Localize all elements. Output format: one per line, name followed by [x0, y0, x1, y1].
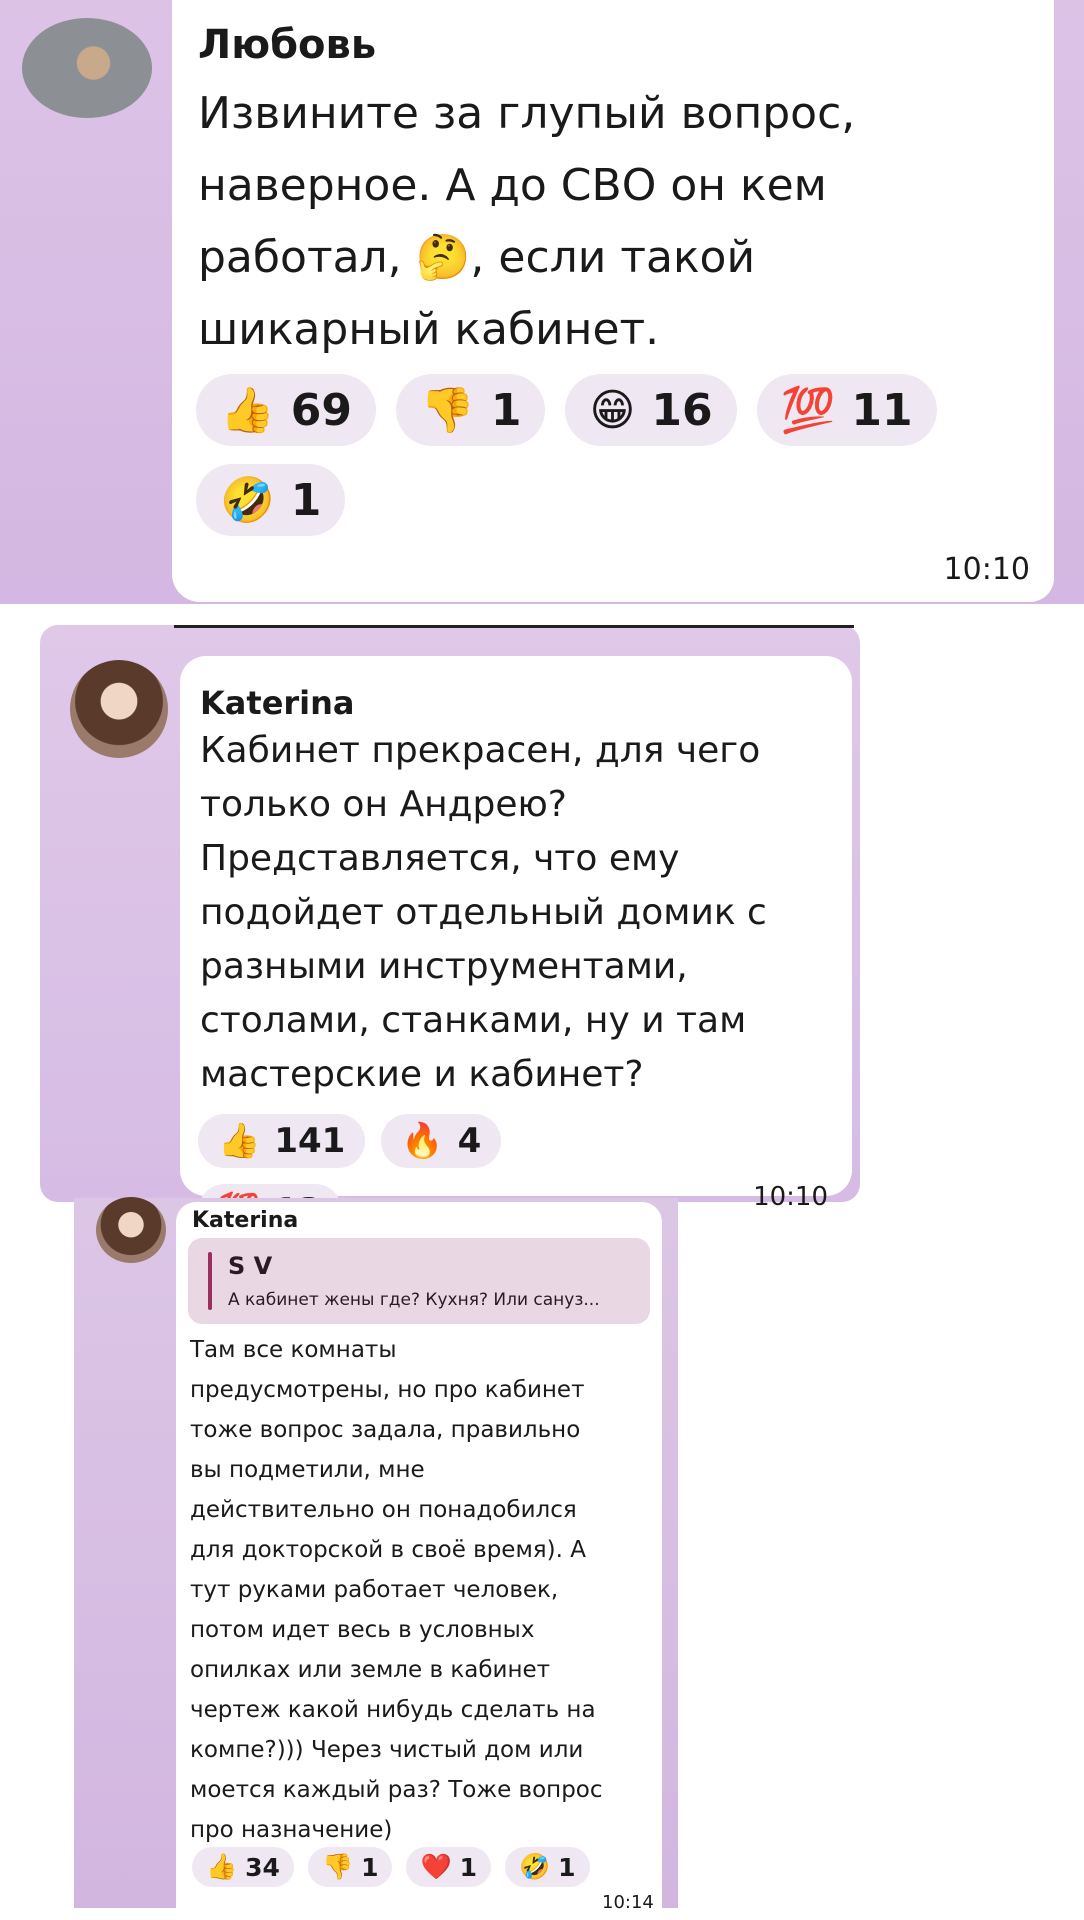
thumbs-up-icon: 👍 — [206, 1852, 238, 1881]
message-author: Katerina — [200, 684, 355, 722]
reaction-count: 4 — [457, 1121, 482, 1161]
reaction-count: 1 — [459, 1852, 478, 1882]
divider — [174, 625, 854, 628]
message-author: Katerina — [192, 1208, 299, 1233]
message-text: Извините за глупый вопрос, наверное. А д… — [198, 88, 856, 355]
reaction-count: 141 — [274, 1121, 346, 1161]
thumbs-down-icon: 👎 — [420, 385, 475, 436]
hundred-points-icon: 💯 — [780, 385, 836, 436]
reply-bar — [208, 1252, 212, 1310]
message-time: 10:14 — [602, 1892, 654, 1913]
reaction-count: 1 — [290, 474, 322, 526]
reaction-chip[interactable]: 👎 1 — [307, 1847, 393, 1887]
message-time: 10:10 — [753, 1182, 828, 1212]
reactions-bar: 👍 69 👎 1 😁 16 💯 11 🤣 1 — [196, 374, 996, 536]
avatar[interactable] — [70, 660, 168, 758]
rolling-laughing-face-icon: 🤣 — [220, 475, 275, 526]
reaction-chip[interactable]: 👎 1 — [396, 374, 546, 446]
reaction-count: 34 — [245, 1852, 280, 1882]
reaction-count: 1 — [361, 1852, 379, 1882]
thumbs-down-icon: 👎 — [321, 1852, 354, 1881]
thumbs-up-icon: 👍 — [220, 385, 275, 436]
heart-icon: ❤️ — [420, 1852, 452, 1881]
reaction-count: 69 — [290, 384, 353, 436]
reaction-count: 11 — [851, 384, 913, 436]
reaction-chip[interactable]: 🤣 1 — [505, 1847, 590, 1887]
rolling-laughing-face-icon: 🤣 — [519, 1852, 551, 1881]
reaction-chip[interactable]: 🔥 4 — [381, 1114, 502, 1168]
reaction-chip[interactable]: 😁 16 — [565, 374, 737, 446]
message-author: Любовь — [198, 22, 377, 68]
reaction-chip[interactable]: 🤣 1 — [196, 464, 346, 536]
grinning-face-icon: 😁 — [589, 384, 636, 436]
reactions-bar: 👍 34 👎 1 ❤️ 1 🤣 1 — [192, 1847, 632, 1887]
reply-text: А кабинет жены где? Кухня? Или сануз... — [228, 1290, 600, 1310]
message-text: Там все комнаты предусмотрены, но про ка… — [190, 1337, 603, 1843]
reaction-chip[interactable]: 💯 11 — [756, 374, 937, 446]
reaction-count: 1 — [558, 1852, 576, 1882]
reaction-count: 16 — [651, 384, 713, 436]
reaction-chip[interactable]: 👍 69 — [196, 374, 377, 446]
thumbs-up-icon: 👍 — [218, 1121, 261, 1161]
fire-icon: 🔥 — [401, 1121, 444, 1161]
reaction-chip[interactable]: ❤️ 1 — [406, 1847, 492, 1887]
reaction-count: 1 — [490, 384, 522, 436]
message-text: Кабинет прекрасен, для чего только он Ан… — [200, 730, 767, 1095]
reaction-chip[interactable]: 👍 141 — [198, 1114, 366, 1168]
reply-quote[interactable]: S V А кабинет жены где? Кухня? Или сануз… — [188, 1238, 650, 1324]
avatar[interactable] — [96, 1197, 166, 1263]
avatar[interactable] — [22, 18, 152, 118]
reply-author: S V — [228, 1252, 273, 1280]
reaction-chip[interactable]: 👍 34 — [192, 1847, 294, 1887]
message-time: 10:10 — [943, 552, 1030, 587]
